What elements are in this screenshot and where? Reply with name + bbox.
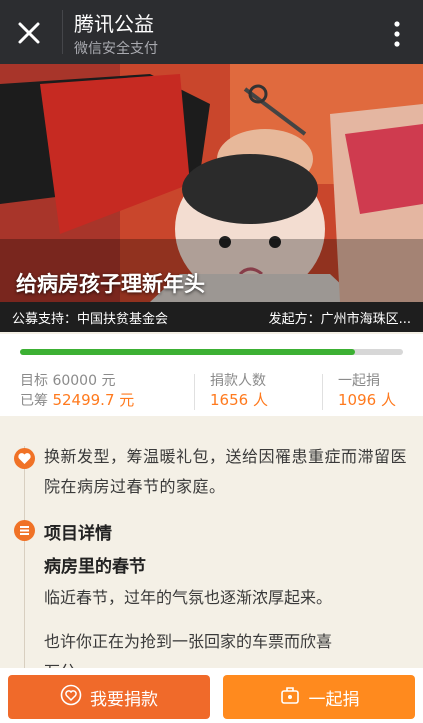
initiator-text: 发起方：广州市海珠区... [268,312,411,327]
project-description: 换新发型，筹温暖礼包，送给因罹患重症而滞留医院在病房过春节的家庭。 项目详情 病… [0,420,423,670]
together-value: 1096 人 [338,391,396,409]
donors-label: 捐款人数 [210,373,266,389]
subsection-title: 病房里的春节 [44,557,146,577]
donate-button-label: 我要捐款 [90,689,158,710]
divider [62,10,63,54]
donors-value: 1656 人 [210,391,268,409]
progress-bar-fill [20,349,356,355]
heart-icon [14,448,35,469]
gift-icon [279,684,301,711]
together-label: 一起捐 [338,373,380,389]
progress-bar [20,349,403,355]
raised-value: 52499.7 元 [52,391,135,409]
together-stat: 一起捐 1096 人 [338,372,396,410]
project-summary: 换新发型，筹温暖礼包，送给因罹患重症而滞留医院在病房过春节的家庭。 [44,447,408,496]
donate-together-button[interactable]: 一起捐 [223,675,415,719]
more-options-icon[interactable] [385,18,409,50]
divider [194,374,195,410]
banner-image [0,64,423,302]
divider [322,374,323,410]
fundraising-stats: 目标 60000 元 已筹 52499.7 元 捐款人数 1656 人 一起捐 … [0,334,423,416]
list-icon [14,520,35,541]
target-stat: 目标 60000 元 已筹 52499.7 元 [20,372,134,411]
supporter-text: 公募支持：中国扶贫基金会 [12,312,169,327]
detail-line: 也许你正在为抢到一张回家的车票而欣喜 [44,632,333,651]
detail-line: 临近春节，过年的气氛也逐渐浓厚起来。 [44,588,333,607]
top-bar: 腾讯公益 微信安全支付 [0,0,423,64]
page-subtitle: 微信安全支付 [74,41,158,57]
page-title: 腾讯公益 [74,12,154,36]
close-icon[interactable] [10,14,48,52]
target-label: 目标 [20,373,48,389]
donate-button[interactable]: 我要捐款 [8,675,210,719]
bottom-action-bar: 我要捐款 一起捐 [0,668,423,723]
raised-label: 已筹 [20,393,48,409]
banner-info-bar: 公募支持：中国扶贫基金会 发起方：广州市海珠区... [0,302,423,332]
banner-title: 给病房孩子理新年头 [16,272,205,296]
donors-stat: 捐款人数 1656 人 [210,372,268,410]
heart-outline-icon [60,684,82,711]
section-title: 项目详情 [44,524,112,544]
timeline-line [24,446,25,670]
donate-together-label: 一起捐 [308,689,360,710]
target-value: 60000 元 [52,373,116,389]
